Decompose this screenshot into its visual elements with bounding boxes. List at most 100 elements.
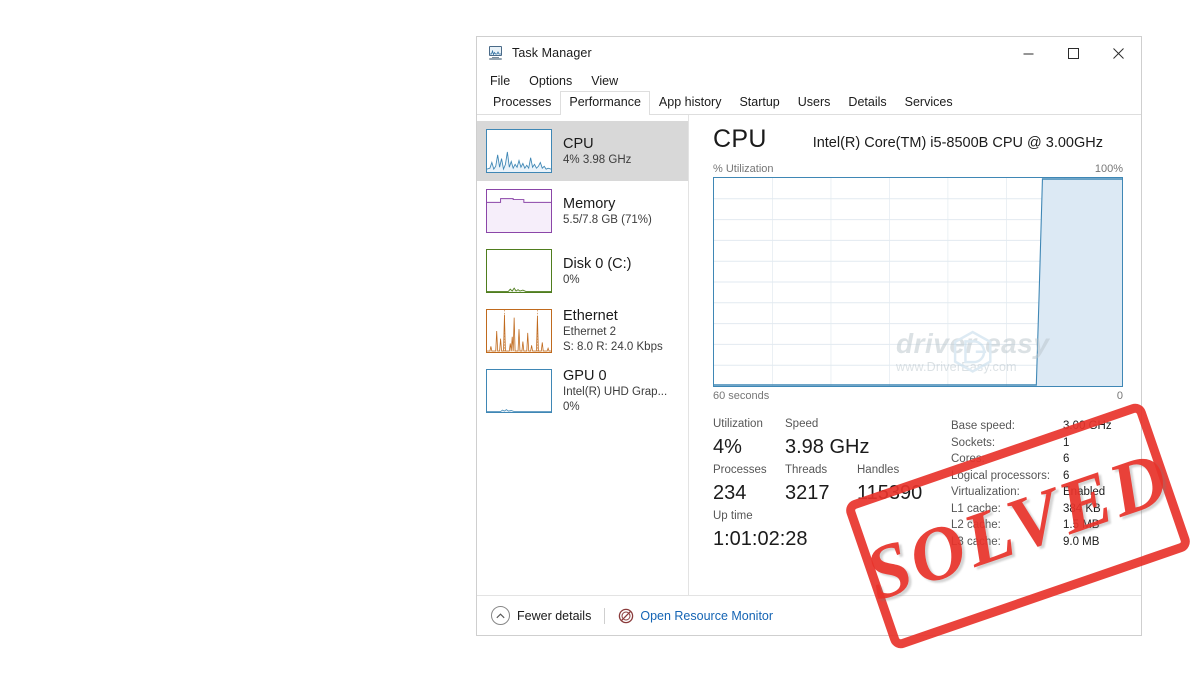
stat-utilization-label: Utilization <box>713 418 763 430</box>
cpu-stats-primary: Utilization 4% Speed 3.98 GHz Processes <box>713 416 951 554</box>
title-bar[interactable]: Task Manager <box>477 37 1141 69</box>
sidebar-item-gpu[interactable]: GPU 0 Intel(R) UHD Grap... 0% <box>477 361 688 421</box>
spec-key: L2 cache: <box>951 519 1001 531</box>
menu-item-file[interactable]: File <box>487 72 519 90</box>
task-manager-icon <box>487 45 504 61</box>
spec-virtualization: Virtualization: Enabled <box>951 484 1123 501</box>
cpu-model-label: Intel(R) Core(TM) i5-8500B CPU @ 3.00GHz <box>812 135 1103 151</box>
stats-row-3: Up time 1:01:02:28 <box>713 508 951 554</box>
gpu-thumbnail-graph <box>486 369 552 413</box>
disk-info: Disk 0 (C:) 0% <box>563 255 631 288</box>
stat-uptime: Up time 1:01:02:28 <box>713 508 808 554</box>
sidebar-sub-ethernet: Ethernet 2 <box>563 326 617 338</box>
spec-value: 9.0 MB <box>1063 535 1100 548</box>
sidebar-label-cpu: CPU <box>563 135 594 152</box>
sidebar-label-gpu: GPU 0 <box>563 368 607 384</box>
open-resource-monitor-link[interactable]: Open Resource Monitor <box>618 608 773 624</box>
spec-value: 1 <box>1063 436 1070 449</box>
spec-cores: Cores: 6 <box>951 451 1123 468</box>
stat-processes-value: 234 <box>713 482 747 504</box>
minimize-button[interactable] <box>1006 37 1051 69</box>
spec-base-speed: Base speed: 3.00 GHz <box>951 418 1123 435</box>
memory-thumbnail-graph <box>486 189 552 233</box>
stat-threads-value: 3217 <box>785 482 830 504</box>
stat-processes-label: Processes <box>713 464 767 476</box>
menu-bar: File Options View <box>477 69 1141 92</box>
spec-logical-processors: Logical processors: 6 <box>951 468 1123 485</box>
stat-utilization-value: 4% <box>713 436 742 458</box>
task-manager-window: Task Manager File Options View Processes <box>476 36 1142 636</box>
cpu-header: CPU Intel(R) Core(TM) i5-8500B CPU @ 3.0… <box>713 124 1123 154</box>
tab-performance[interactable]: Performance <box>560 91 650 115</box>
tab-users[interactable]: Users <box>789 91 840 114</box>
resource-monitor-icon <box>618 608 634 624</box>
stat-utilization: Utilization 4% <box>713 416 779 462</box>
spec-value: 3.00 GHz <box>1063 420 1112 432</box>
tab-services[interactable]: Services <box>896 91 962 114</box>
sidebar-item-memory[interactable]: Memory 5.5/7.8 GB (71%) <box>477 181 688 241</box>
window-footer: Fewer details Open Resource Monitor <box>477 595 1141 635</box>
graph-y-max-label: 100% <box>1094 163 1123 175</box>
disk-thumbnail-graph <box>486 249 552 293</box>
maximize-button[interactable] <box>1051 37 1096 69</box>
ethernet-info: Ethernet Ethernet 2 S: 8.0 R: 24.0 Kbps <box>563 307 663 355</box>
menu-item-view[interactable]: View <box>588 72 627 90</box>
cpu-stats: Utilization 4% Speed 3.98 GHz Processes <box>713 416 1123 554</box>
stat-uptime-label: Up time <box>713 510 753 522</box>
spec-key: Virtualization: <box>951 486 1020 498</box>
spec-value: 6 <box>1063 453 1070 465</box>
performance-body: CPU 4% 3.98 GHz Memory 5.5/7.8 GB (71%) … <box>477 114 1141 595</box>
stat-speed-label: Speed <box>785 418 819 430</box>
gpu-info: GPU 0 Intel(R) UHD Grap... 0% <box>563 367 667 415</box>
stat-handles-value: 115390 <box>857 482 923 504</box>
memory-info: Memory 5.5/7.8 GB (71%) <box>563 195 652 228</box>
cpu-detail-panel: CPU Intel(R) Core(TM) i5-8500B CPU @ 3.0… <box>689 115 1141 595</box>
tab-strip: Processes Performance App history Startu… <box>477 91 1141 115</box>
tab-app-history[interactable]: App history <box>650 91 731 114</box>
cpu-utilization-graph[interactable]: driver easy www.DriverEasy.com <box>713 177 1123 387</box>
sidebar-sub-disk: 0% <box>563 273 580 286</box>
spec-key: L1 cache: <box>951 502 1001 515</box>
sidebar-label-memory: Memory <box>563 195 616 212</box>
spec-value: 6 <box>1063 469 1070 482</box>
sidebar-sub2-ethernet: S: 8.0 R: 24.0 Kbps <box>563 341 663 353</box>
sidebar-label-ethernet: Ethernet <box>563 308 618 324</box>
tab-details[interactable]: Details <box>839 91 895 114</box>
stat-processes: Processes 234 <box>713 462 779 508</box>
graph-x-right-label: 0 <box>1116 390 1123 402</box>
resource-monitor-label: Open Resource Monitor <box>640 608 774 623</box>
cpu-thumbnail-graph <box>486 129 552 173</box>
stats-row-2: Processes 234 Threads 3217 Handles 11539… <box>713 462 951 508</box>
window-title: Task Manager <box>512 45 592 60</box>
sidebar-label-disk: Disk 0 (C:) <box>563 255 632 272</box>
stat-handles: Handles 115390 <box>857 462 923 508</box>
sidebar-item-disk[interactable]: Disk 0 (C:) 0% <box>477 241 688 301</box>
sidebar-sub2-gpu: 0% <box>563 401 580 413</box>
tab-startup[interactable]: Startup <box>730 91 788 114</box>
cpu-spec-list: Base speed: 3.00 GHz Sockets: 1 Cores: 6 <box>951 416 1123 554</box>
cpu-info: CPU 4% 3.98 GHz <box>563 135 631 168</box>
tab-processes[interactable]: Processes <box>484 91 560 114</box>
stat-threads-label: Threads <box>785 464 828 476</box>
close-button[interactable] <box>1096 37 1141 69</box>
fewer-details-button[interactable]: Fewer details <box>491 606 591 625</box>
spec-l3-cache: L3 cache: 9.0 MB <box>951 534 1123 551</box>
graph-axis-labels: % Utilization 100% <box>713 163 1123 175</box>
stat-handles-label: Handles <box>857 464 900 476</box>
sidebar-item-ethernet[interactable]: Ethernet Ethernet 2 S: 8.0 R: 24.0 Kbps <box>477 301 688 361</box>
spec-l1-cache: L1 cache: 384 KB <box>951 501 1123 518</box>
menu-item-options[interactable]: Options <box>526 72 581 90</box>
spec-key: Logical processors: <box>951 469 1051 482</box>
sidebar-item-cpu[interactable]: CPU 4% 3.98 GHz <box>477 121 688 181</box>
ethernet-thumbnail-graph <box>486 309 552 353</box>
spec-key: Cores: <box>951 453 985 465</box>
fewer-details-label: Fewer details <box>517 608 592 623</box>
page-title: CPU <box>713 125 767 153</box>
screenshot-stage: Task Manager File Options View Processes <box>0 0 1200 675</box>
spec-value: 384 KB <box>1063 502 1101 515</box>
stat-speed: Speed 3.98 GHz <box>785 416 869 462</box>
graph-y-axis-label: % Utilization <box>713 163 774 175</box>
footer-divider <box>604 607 606 624</box>
chevron-up-icon <box>491 606 510 625</box>
stat-threads: Threads 3217 <box>785 462 851 508</box>
